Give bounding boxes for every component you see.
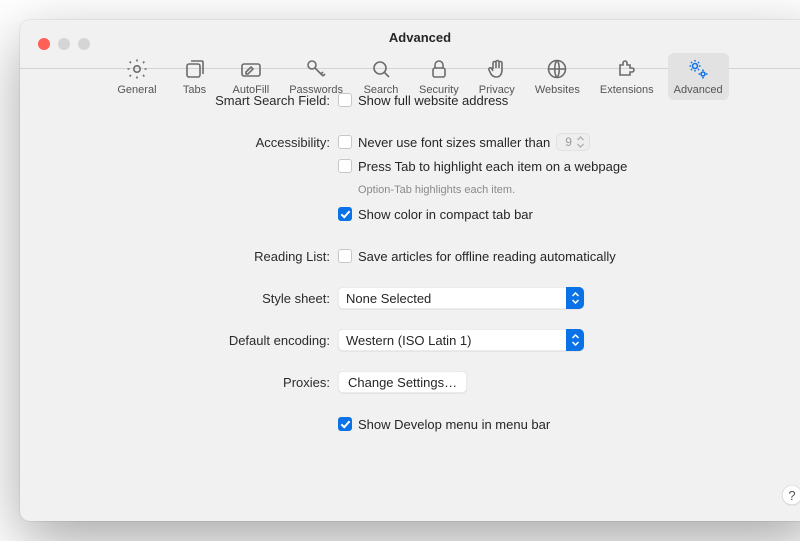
change-settings-button[interactable]: Change Settings…: [338, 371, 467, 393]
gear-icon: [125, 57, 149, 81]
tab-security[interactable]: Security: [413, 53, 465, 100]
proxies-label: Proxies:: [50, 375, 338, 390]
accessibility-label: Accessibility:: [50, 135, 338, 150]
default-encoding-label: Default encoding:: [50, 333, 338, 348]
help-button[interactable]: ?: [782, 485, 800, 505]
tab-general[interactable]: General: [111, 53, 162, 100]
tab-advanced[interactable]: Advanced: [668, 53, 729, 100]
preferences-window: Advanced General Tabs AutoFill Passwords…: [20, 20, 800, 521]
save-offline-checkbox[interactable]: [338, 249, 352, 263]
style-sheet-select[interactable]: None Selected: [338, 287, 584, 309]
tab-search[interactable]: Search: [357, 53, 405, 100]
save-offline-label: Save articles for offline reading automa…: [358, 249, 616, 264]
tab-autofill[interactable]: AutoFill: [227, 53, 276, 100]
show-color-label: Show color in compact tab bar: [358, 207, 533, 222]
show-full-address-checkbox[interactable]: [338, 93, 352, 107]
show-develop-menu-label: Show Develop menu in menu bar: [358, 417, 550, 432]
show-develop-menu-checkbox[interactable]: [338, 417, 352, 431]
tab-extensions[interactable]: Extensions: [594, 53, 660, 100]
lock-icon: [427, 57, 451, 81]
press-tab-hint: Option-Tab highlights each item.: [358, 184, 515, 196]
tabs-icon: [183, 57, 207, 81]
press-tab-label: Press Tab to highlight each item on a we…: [358, 159, 627, 174]
close-icon[interactable]: [38, 38, 50, 50]
titlebar: Advanced General Tabs AutoFill Passwords…: [20, 20, 800, 68]
style-sheet-label: Style sheet:: [50, 291, 338, 306]
content: Smart Search Field: Show full website ad…: [20, 69, 800, 463]
font-size-select[interactable]: 9: [556, 133, 590, 151]
never-smaller-checkbox[interactable]: [338, 135, 352, 149]
show-color-checkbox[interactable]: [338, 207, 352, 221]
puzzle-icon: [615, 57, 639, 81]
tab-websites[interactable]: Websites: [529, 53, 586, 100]
window-title: Advanced: [20, 20, 800, 53]
press-tab-checkbox[interactable]: [338, 159, 352, 173]
key-icon: [304, 57, 328, 81]
default-encoding-select[interactable]: Western (ISO Latin 1): [338, 329, 584, 351]
chevron-updown-icon: [576, 136, 585, 148]
pencil-box-icon: [239, 57, 263, 81]
chevron-updown-icon: [571, 292, 580, 304]
reading-list-label: Reading List:: [50, 249, 338, 264]
globe-icon: [545, 57, 569, 81]
zoom-icon[interactable]: [78, 38, 90, 50]
tab-privacy[interactable]: Privacy: [473, 53, 521, 100]
tab-tabs[interactable]: Tabs: [171, 53, 219, 100]
toolbar: General Tabs AutoFill Passwords Search S…: [20, 53, 800, 110]
gears-icon: [686, 57, 710, 81]
hand-icon: [485, 57, 509, 81]
never-smaller-label: Never use font sizes smaller than: [358, 135, 550, 150]
window-controls: [38, 38, 90, 50]
chevron-updown-icon: [571, 334, 580, 346]
search-icon: [369, 57, 393, 81]
minimize-icon[interactable]: [58, 38, 70, 50]
